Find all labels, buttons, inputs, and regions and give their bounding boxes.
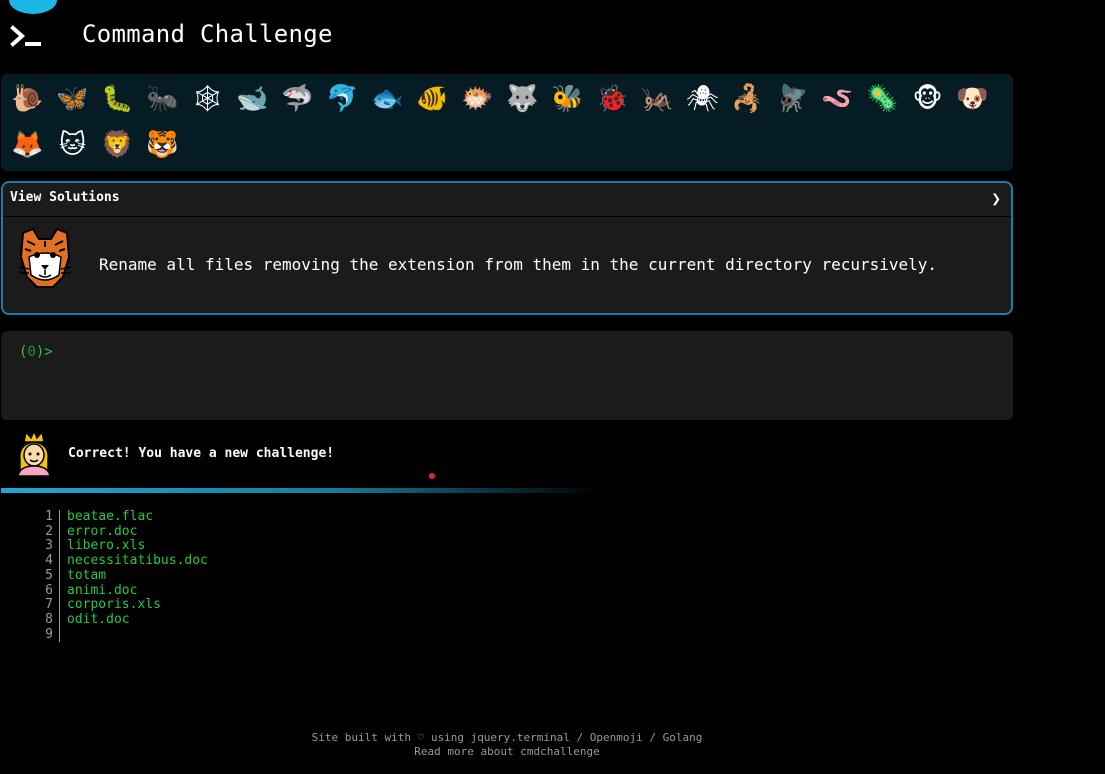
dog-face-icon[interactable]: 🐶 bbox=[950, 76, 995, 122]
site-header: Command Challenge bbox=[0, 0, 1105, 70]
snail-icon[interactable]: 🐌 bbox=[5, 76, 50, 122]
file-list: 1 beatae.flac 2 error.doc 3 libero.xls 4 necess… bbox=[30, 509, 208, 643]
spider-icon[interactable]: 🕷 bbox=[680, 76, 725, 122]
footer-credits[interactable]: Site built with ♡ using jquery.terminal … bbox=[0, 731, 1014, 745]
lion-icon[interactable]: 🦁 bbox=[95, 122, 140, 168]
badge-bar: 🐌 🦋 🐛 🐜 🕸 🐋 🦈 🐬 🐟 🐠 🐡 🐺 🐝 🐞 🦗 🕷 🦂 🪰 🪱 🦠 🐵 🐶 🦊 🐱 🦁 🐯 bbox=[1, 74, 1013, 171]
spider-web-icon[interactable]: 🕸 bbox=[185, 76, 230, 122]
fly-icon[interactable]: 🪰 bbox=[770, 76, 815, 122]
file-name: libero.xls bbox=[67, 538, 146, 554]
chevron-right-icon[interactable]: ❯ bbox=[991, 189, 1001, 208]
microbe-icon[interactable]: 🦠 bbox=[860, 76, 905, 122]
logo-arc bbox=[9, 0, 57, 14]
princess-icon bbox=[17, 430, 51, 476]
status-message-row: Correct! You have a new challenge! bbox=[14, 430, 614, 480]
terminal-input-area[interactable]: (0)> bbox=[1, 331, 1013, 420]
monkey-face-icon[interactable]: 🐵 bbox=[905, 76, 950, 122]
file-name: error.doc bbox=[67, 523, 138, 539]
butterfly-icon[interactable]: 🦋 bbox=[50, 76, 95, 122]
read-more-link[interactable]: Read more about cmdchallenge bbox=[0, 745, 1014, 759]
line-number: 2 bbox=[30, 524, 60, 540]
prompt-close: )> bbox=[35, 344, 53, 360]
scorpion-icon[interactable]: 🦂 bbox=[725, 76, 770, 122]
file-list-item: 8 odit.doc bbox=[30, 611, 208, 628]
view-solutions-link[interactable]: View Solutions bbox=[10, 190, 120, 205]
cat-face-icon[interactable]: 🐱 bbox=[50, 122, 95, 168]
exit-code: 0 bbox=[27, 344, 36, 360]
fish-icon[interactable]: 🐟 bbox=[365, 76, 410, 122]
bee-icon[interactable]: 🐝 bbox=[545, 76, 590, 122]
line-number: 5 bbox=[30, 568, 60, 584]
status-message: Correct! You have a new challenge! bbox=[68, 446, 335, 461]
progress-bar bbox=[1, 488, 601, 493]
file-list-item: 4 necessitatibus.doc bbox=[30, 553, 208, 569]
line-number: 3 bbox=[30, 539, 60, 555]
challenge-description: Rename all files removing the extension … bbox=[99, 255, 938, 274]
ladybug-icon[interactable]: 🐞 bbox=[590, 76, 635, 122]
line-number: 4 bbox=[30, 553, 60, 569]
file-list-item: 5 totam bbox=[30, 567, 208, 584]
terminal-logo-icon[interactable] bbox=[10, 22, 44, 52]
badge-row: 🦊 🐱 🦁 🐯 bbox=[5, 122, 1009, 168]
line-number: 6 bbox=[30, 583, 60, 599]
file-list-item: 7 corporis.xls bbox=[30, 598, 208, 613]
file-name: odit.doc bbox=[67, 611, 130, 627]
blowfish-icon[interactable]: 🐡 bbox=[455, 76, 500, 122]
file-list-item: 6 animi.doc bbox=[30, 582, 208, 599]
file-list-item: 1 beatae.flac bbox=[30, 509, 208, 525]
ant-icon[interactable]: 🐜 bbox=[140, 76, 185, 122]
file-name: totam bbox=[67, 567, 107, 583]
indicator-dot bbox=[429, 473, 435, 479]
site-footer: Site built with ♡ using jquery.terminal … bbox=[0, 731, 1014, 759]
terminal-prompt: (0)> bbox=[19, 344, 53, 360]
file-list-item: 2 error.doc bbox=[30, 523, 208, 540]
worm-icon[interactable]: 🪱 bbox=[815, 76, 860, 122]
challenge-panel: View Solutions ❯ Rename all files removi… bbox=[1, 181, 1013, 315]
bug-icon[interactable]: 🐛 bbox=[95, 76, 140, 122]
file-name: necessitatibus.doc bbox=[67, 553, 208, 569]
file-list-item: 9 bbox=[30, 627, 208, 643]
line-number: 1 bbox=[30, 509, 60, 525]
shark-icon[interactable]: 🦈 bbox=[275, 76, 320, 122]
fox-icon[interactable]: 🦊 bbox=[5, 122, 50, 168]
file-name bbox=[60, 628, 67, 643]
site-title[interactable]: Command Challenge bbox=[82, 20, 333, 48]
file-name: corporis.xls bbox=[67, 597, 161, 613]
file-list-item: 3 libero.xls bbox=[30, 538, 208, 555]
line-number: 7 bbox=[30, 598, 60, 613]
cricket-icon[interactable]: 🦗 bbox=[635, 76, 680, 122]
dolphin-icon[interactable]: 🐬 bbox=[320, 76, 365, 122]
line-number: 8 bbox=[30, 612, 60, 628]
tiger-face-icon bbox=[18, 227, 72, 288]
wolf-icon[interactable]: 🐺 bbox=[500, 76, 545, 122]
badge-row: 🐌 🦋 🐛 🐜 🕸 🐋 🦈 🐬 🐟 🐠 🐡 🐺 🐝 🐞 🦗 🕷 🦂 🪰 🪱 🦠 🐵 🐶 bbox=[5, 76, 1009, 122]
file-name: beatae.flac bbox=[67, 509, 154, 524]
whale-icon[interactable]: 🐋 bbox=[230, 76, 275, 122]
tiger-face-icon[interactable]: 🐯 bbox=[140, 122, 185, 168]
tropical-fish-icon[interactable]: 🐠 bbox=[410, 76, 455, 122]
file-name: animi.doc bbox=[67, 582, 138, 598]
view-solutions-header[interactable]: View Solutions ❯ bbox=[3, 183, 1011, 217]
line-number: 9 bbox=[30, 627, 60, 643]
